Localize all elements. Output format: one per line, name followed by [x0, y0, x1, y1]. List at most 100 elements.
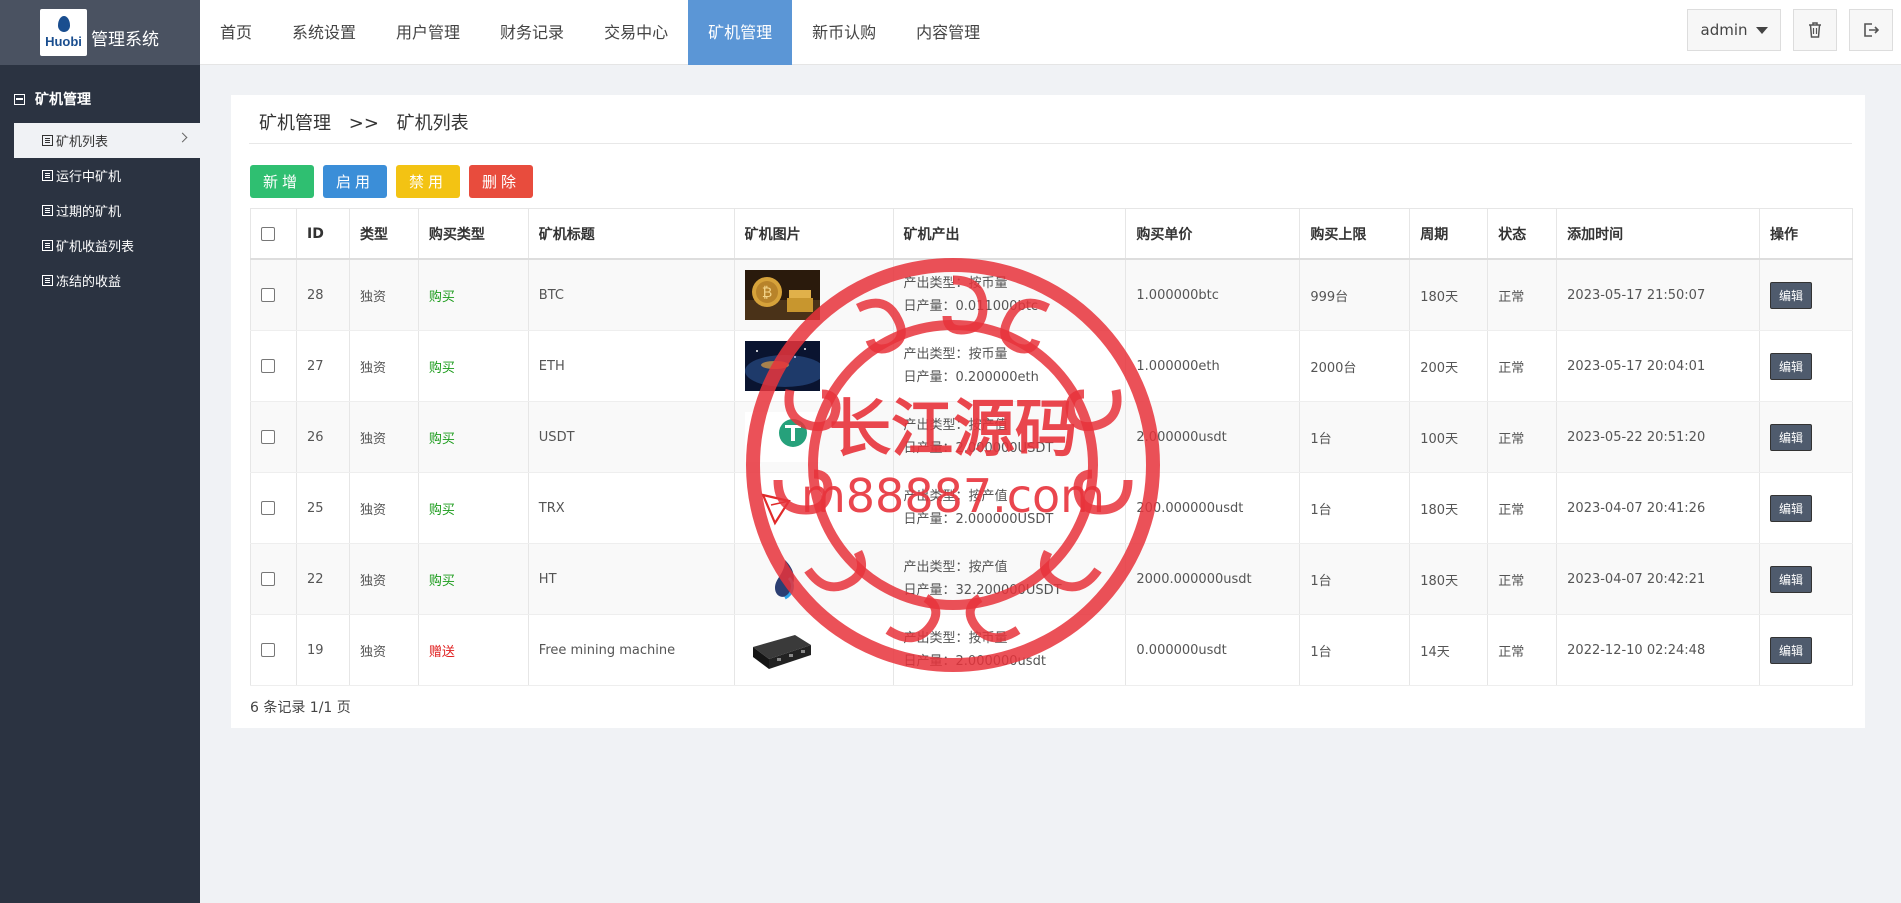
- edit-button[interactable]: 编辑: [1769, 423, 1812, 451]
- sidebar: Huobi 管理系统 矿机管理 矿机列表 运行中矿机 过期的矿机 矿机收益列表 …: [0, 0, 200, 903]
- cell-time: 2023-04-07 20:42:21: [1556, 543, 1760, 615]
- nav-user-management[interactable]: 用户管理: [376, 0, 480, 65]
- breadcrumb-current: 矿机列表: [396, 113, 469, 134]
- disable-button[interactable]: 禁用: [396, 165, 460, 198]
- enable-button[interactable]: 启用: [323, 165, 387, 198]
- action-toolbar: 新增 启用 禁用 删除: [250, 165, 533, 198]
- nav-system-settings[interactable]: 系统设置: [272, 0, 376, 65]
- cell-time: 2023-05-17 20:04:01: [1556, 330, 1760, 402]
- column-header[interactable]: 矿机产出: [892, 208, 1127, 260]
- edit-button[interactable]: 编辑: [1769, 636, 1812, 664]
- cell-output-type: 产出类型：按币量: [903, 276, 1008, 291]
- cell-time: 2022-12-10 02:24:48: [1556, 614, 1760, 686]
- column-header[interactable]: 添加时间: [1556, 208, 1760, 260]
- sidebar-item-running-miners[interactable]: 运行中矿机: [0, 158, 200, 193]
- row-checkbox[interactable]: [261, 359, 275, 373]
- column-header[interactable]: 购买上限: [1299, 208, 1411, 260]
- row-checkbox[interactable]: [261, 288, 275, 302]
- cell-cycle: 100天: [1409, 401, 1489, 473]
- column-header[interactable]: 矿机标题: [527, 208, 735, 260]
- cell-output-daily: 日产量：2.000000USDT: [903, 441, 1054, 456]
- nav-finance-records[interactable]: 财务记录: [480, 0, 584, 65]
- column-header[interactable]: 状态: [1487, 208, 1558, 260]
- cell-price: 0.000000usdt: [1125, 614, 1301, 686]
- logo-title: 管理系统: [91, 30, 159, 50]
- logo-word: Huobi: [45, 34, 82, 49]
- cell-output-type: 产出类型：按币量: [903, 347, 1008, 362]
- cell-buy-type: 赠送: [417, 614, 529, 686]
- cell-output-daily: 日产量：0.011000btc: [903, 299, 1039, 314]
- nav-miner-management[interactable]: 矿机管理: [688, 0, 793, 65]
- caret-down-icon: [1755, 26, 1768, 34]
- delete-button[interactable]: 删除: [469, 165, 533, 198]
- clear-cache-button[interactable]: [1793, 9, 1837, 51]
- logout-button[interactable]: [1849, 9, 1893, 51]
- cell-price: 1.000000eth: [1125, 330, 1301, 402]
- table-row: 26 独资 购买 USDT 产出类型：按产值 日产量：2.000000USDT 2…: [250, 401, 1854, 473]
- top-nav-bar: 首页 系统设置 用户管理 财务记录 交易中心 矿机管理 新币认购 内容管理 ad…: [200, 0, 1901, 65]
- cell-buy-type: 购买: [417, 472, 529, 544]
- chevron-right-icon: [177, 132, 188, 143]
- nav-new-coin-subscription[interactable]: 新币认购: [792, 0, 896, 65]
- cell-status: 正常: [1487, 543, 1558, 615]
- cell-price: 2000.000000usdt: [1125, 543, 1301, 615]
- cell-limit: 1台: [1299, 401, 1411, 473]
- row-checkbox[interactable]: [261, 501, 275, 515]
- sidebar-item-label: 冻结的收益: [56, 275, 122, 290]
- column-header[interactable]: 操作: [1758, 208, 1854, 260]
- trx-logo-image: [744, 483, 820, 533]
- column-header[interactable]: 购买单价: [1125, 208, 1301, 260]
- cell-limit: 1台: [1299, 614, 1411, 686]
- miner-table: ID 类型 购买类型 矿机标题 矿机图片 矿机产出 购买单价 购买上限 周期 状…: [250, 208, 1854, 686]
- cell-time: 2023-04-07 20:41:26: [1556, 472, 1760, 544]
- column-header[interactable]: 类型: [348, 208, 419, 260]
- cell-title: HT: [527, 543, 735, 615]
- cell-cycle: 180天: [1409, 543, 1489, 615]
- nav-trading-center[interactable]: 交易中心: [584, 0, 688, 65]
- add-button[interactable]: 新增: [250, 165, 314, 198]
- column-header[interactable]: 周期: [1409, 208, 1489, 260]
- collapse-icon: [14, 93, 25, 105]
- edit-button[interactable]: 编辑: [1769, 494, 1812, 522]
- column-header[interactable]: 购买类型: [417, 208, 529, 260]
- edit-button[interactable]: 编辑: [1769, 352, 1812, 380]
- breadcrumb-parent[interactable]: 矿机管理: [259, 113, 331, 134]
- sidebar-section-mining[interactable]: 矿机管理: [0, 65, 200, 109]
- list-icon: [42, 205, 53, 216]
- column-header[interactable]: 矿机图片: [733, 208, 894, 260]
- edit-button[interactable]: 编辑: [1769, 281, 1812, 309]
- cell-limit: 999台: [1299, 259, 1411, 331]
- user-name: admin: [1700, 21, 1748, 39]
- row-checkbox[interactable]: [261, 643, 275, 657]
- cell-title: BTC: [527, 259, 735, 331]
- divider: [249, 143, 1852, 144]
- cell-cycle: 200天: [1409, 330, 1489, 402]
- sidebar-item-frozen-earnings[interactable]: 冻结的收益: [0, 263, 200, 298]
- sidebar-item-miner-earnings[interactable]: 矿机收益列表: [0, 228, 200, 263]
- cell-output-type: 产出类型：按产值: [903, 418, 1008, 433]
- cell-cycle: 14天: [1409, 614, 1489, 686]
- cell-type: 独资: [348, 401, 419, 473]
- ht-logo-image: [744, 554, 820, 604]
- cell-output-daily: 日产量：2.000000USDT: [903, 512, 1054, 527]
- row-checkbox[interactable]: [261, 572, 275, 586]
- row-checkbox[interactable]: [261, 430, 275, 444]
- breadcrumb: 矿机管理 >> 矿机列表: [259, 109, 481, 135]
- edit-button[interactable]: 编辑: [1769, 565, 1812, 593]
- nav-home[interactable]: 首页: [200, 0, 272, 65]
- nav-content-management[interactable]: 内容管理: [896, 0, 1000, 65]
- breadcrumb-separator: >>: [348, 113, 379, 134]
- top-nav: 首页 系统设置 用户管理 财务记录 交易中心 矿机管理 新币认购 内容管理: [200, 0, 1901, 65]
- sidebar-item-expired-miners[interactable]: 过期的矿机: [0, 193, 200, 228]
- select-all-checkbox[interactable]: [261, 226, 275, 241]
- sidebar-item-miner-list[interactable]: 矿机列表: [14, 123, 200, 158]
- usdt-logo-image: [744, 412, 820, 462]
- user-menu-button[interactable]: admin: [1687, 9, 1781, 51]
- list-icon: [42, 170, 53, 181]
- sidebar-section-label: 矿机管理: [35, 92, 91, 108]
- cell-buy-type: 购买: [417, 330, 529, 402]
- column-header[interactable]: ID: [295, 208, 350, 260]
- table-row: 28 独资 购买 BTC ₿ 产出类型：按币量 日产量：0.011000btc 1…: [250, 259, 1854, 331]
- cell-status: 正常: [1487, 472, 1558, 544]
- cell-id: 27: [295, 330, 350, 402]
